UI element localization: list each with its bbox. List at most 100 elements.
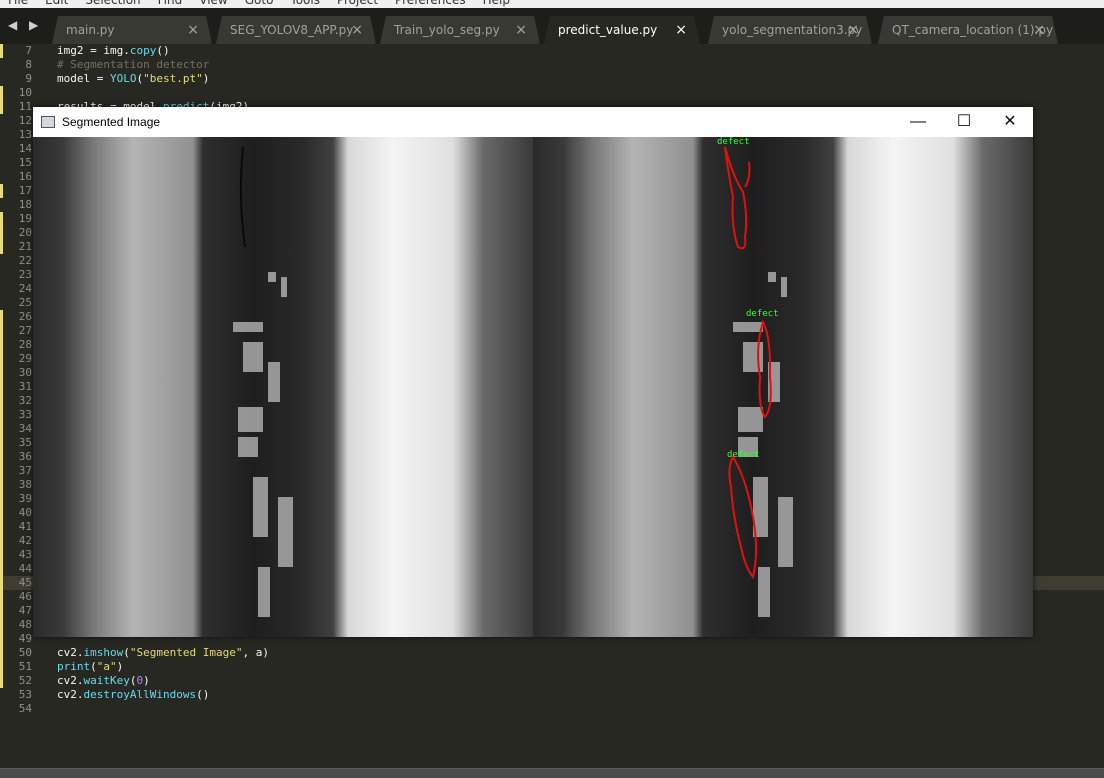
tab-close-icon[interactable]: × [351, 16, 363, 44]
line-number: 32 [18, 394, 32, 407]
line-number: 29 [18, 352, 32, 365]
line-number: 26 [18, 310, 32, 323]
line-number: 20 [18, 226, 32, 239]
detection-label: defect [746, 309, 779, 319]
line-number: 41 [18, 520, 32, 533]
camera-image [33, 137, 1033, 637]
line-number: 24 [18, 282, 32, 295]
app-window-icon [41, 116, 55, 128]
menu-project[interactable]: Project [329, 0, 387, 8]
code-function: destroyAllWindows [83, 688, 197, 701]
line-number: 47 [18, 604, 32, 617]
line-number: 11 [18, 100, 32, 113]
line-number: 21 [18, 240, 32, 253]
line-number: 37 [18, 464, 32, 477]
tab-label: SEG_YOLOV8_APP.py [230, 23, 354, 37]
menu-goto[interactable]: Goto [237, 0, 283, 8]
minimize-button[interactable]: — [895, 107, 941, 137]
tab-nav-arrows[interactable]: ◀ ▶ [8, 18, 42, 32]
code-line-7: img2 = img.copy() [57, 44, 170, 58]
tab-close-icon[interactable]: × [515, 16, 527, 44]
maximize-button[interactable]: ☐ [941, 107, 987, 137]
code-text: img2 = img. [57, 44, 130, 57]
line-number: 39 [18, 492, 32, 505]
menu-tools[interactable]: Tools [282, 0, 329, 8]
code-text: ) [116, 660, 124, 673]
line-number: 53 [18, 688, 32, 701]
line-number: 44 [18, 562, 32, 575]
menu-view[interactable]: View [191, 0, 236, 8]
line-number: 50 [18, 646, 32, 659]
line-number: 46 [18, 590, 32, 603]
tab-main-py[interactable]: main.py × [52, 16, 212, 44]
code-line-8: # Segmentation detector [57, 58, 210, 71]
code-text: cv2. [57, 688, 84, 701]
tab-yolo-segmentation3[interactable]: yolo_segmentation3.py × [708, 16, 872, 44]
code-string: "a" [96, 660, 117, 673]
image-display: defect defect defect [33, 137, 1033, 637]
menu-edit[interactable]: Edit [37, 0, 77, 8]
code-line-50: cv2.imshow("Segmented Image", a) [57, 646, 269, 660]
code-line-52: cv2.waitKey(0) [57, 674, 150, 688]
menu-bar: File Edit Selection Find View Goto Tools… [0, 0, 1104, 8]
tab-predict-value[interactable]: predict_value.py × [544, 16, 700, 44]
menu-help[interactable]: Help [475, 0, 519, 8]
line-number: 22 [18, 254, 32, 267]
line-number: 35 [18, 436, 32, 449]
line-number: 31 [18, 380, 32, 393]
code-function: print [57, 660, 91, 673]
code-text: ) [143, 674, 150, 687]
code-text: cv2. [57, 646, 84, 659]
line-number: 13 [18, 128, 32, 141]
code-text: model = [57, 72, 110, 85]
line-number: 30 [18, 366, 32, 379]
code-string: "best.pt" [143, 72, 203, 85]
line-number: 33 [18, 408, 32, 421]
window-title: Segmented Image [62, 115, 161, 129]
segmented-image-window[interactable]: Segmented Image — ☐ ✕ defect defect defe… [33, 107, 1033, 637]
code-line-53: cv2.destroyAllWindows() [57, 688, 209, 702]
code-function: YOLO [109, 72, 137, 85]
tab-close-icon[interactable]: × [1033, 16, 1045, 44]
tab-seg-yolov8-app[interactable]: SEG_YOLOV8_APP.py × [216, 16, 376, 44]
line-number: 38 [18, 478, 32, 491]
menu-selection[interactable]: Selection [77, 0, 149, 8]
line-number: 25 [18, 296, 32, 309]
menu-preferences[interactable]: Preferences [387, 0, 475, 8]
line-number: 14 [18, 142, 32, 155]
line-number: 27 [18, 324, 32, 337]
window-titlebar[interactable]: Segmented Image — ☐ ✕ [33, 107, 1033, 137]
code-text: () [156, 44, 170, 57]
line-number: 43 [18, 548, 32, 561]
tab-close-icon[interactable]: × [187, 16, 199, 44]
line-number: 12 [18, 114, 32, 127]
line-number: 51 [18, 660, 32, 673]
line-number: 52 [18, 674, 32, 687]
code-line-9: model = YOLO("best.pt") [57, 72, 209, 86]
detection-label: defect [727, 450, 760, 460]
tab-train-yolo-seg[interactable]: Train_yolo_seg.py × [380, 16, 540, 44]
line-number: 54 [18, 702, 32, 715]
menu-file[interactable]: File [0, 0, 37, 8]
code-text: , a) [242, 646, 269, 659]
line-number: 49 [18, 632, 32, 645]
line-number: 19 [18, 212, 32, 225]
line-number: 28 [18, 338, 32, 351]
line-number: 18 [18, 198, 32, 211]
code-line-51: print("a") [57, 660, 123, 674]
tab-strip: ◀ ▶ main.py × SEG_YOLOV8_APP.py × Train_… [0, 8, 1104, 44]
line-number: 7 [25, 44, 32, 57]
line-number: 9 [25, 72, 32, 85]
code-text: ( [123, 646, 130, 659]
tab-close-icon[interactable]: × [847, 16, 859, 44]
menu-find[interactable]: Find [150, 0, 192, 8]
line-number: 23 [18, 268, 32, 281]
tab-close-icon[interactable]: × [675, 16, 687, 44]
line-number: 8 [25, 58, 32, 71]
tab-label: predict_value.py [558, 23, 658, 37]
line-number: 16 [18, 170, 32, 183]
line-number: 48 [18, 618, 32, 631]
window-close-button[interactable]: ✕ [987, 107, 1033, 137]
tab-qt-camera-location[interactable]: QT_camera_location (1).py × [878, 16, 1058, 44]
line-number: 34 [18, 422, 32, 435]
